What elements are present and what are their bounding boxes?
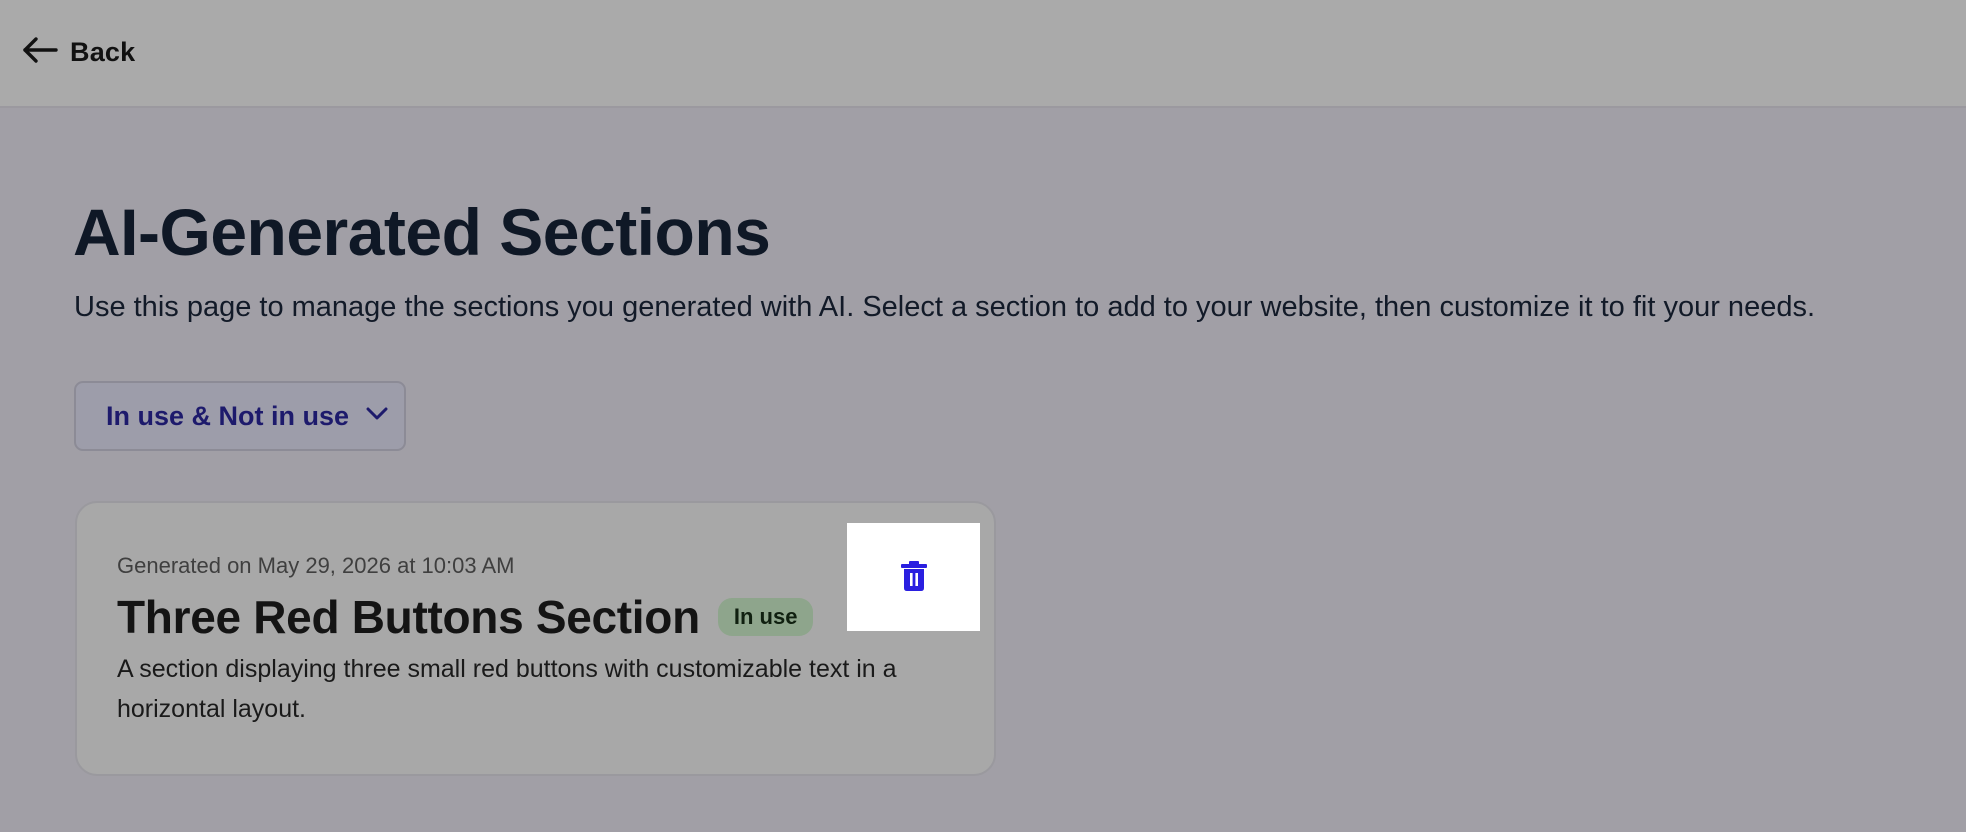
chevron-down-icon [349,406,389,427]
usage-filter-dropdown[interactable]: In use & Not in use [74,381,406,451]
arrow-left-icon [22,36,58,69]
delete-section-button[interactable] [847,523,980,631]
usage-filter-selected: In use & Not in use [106,400,350,431]
trash-icon [900,560,927,594]
status-badge: In use [717,598,814,636]
section-description: A section displaying three small red but… [117,655,897,723]
back-button[interactable]: Back [22,32,135,72]
back-label: Back [70,36,136,67]
page-title: AI-Generated Sections [73,195,771,269]
section-title: Three Red Buttons Section [117,591,700,643]
generated-on-date: Generated on May 29, 2026 at 10:03 AM [117,553,515,578]
top-bar: Back [0,0,1966,108]
page-description: Use this page to manage the sections you… [74,291,1816,323]
section-card[interactable]: Generated on May 29, 2026 at 10:03 AM Th… [75,501,996,776]
section-title-row: Three Red Buttons Section In use [117,589,814,645]
